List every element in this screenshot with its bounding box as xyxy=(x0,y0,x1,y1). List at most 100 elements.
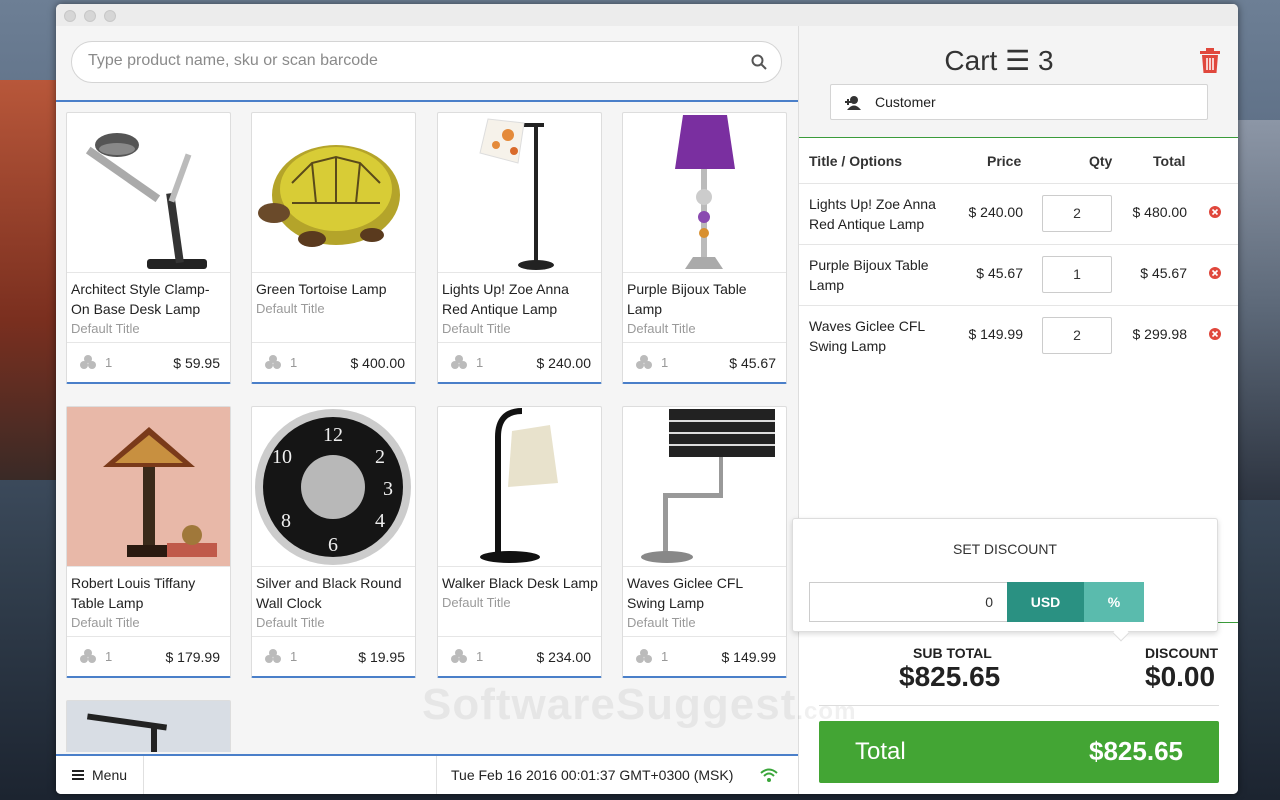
column-title: Title / Options xyxy=(809,153,903,169)
product-name: Green Tortoise Lamp Default Title xyxy=(256,279,412,318)
product-price: $ 400.00 xyxy=(350,355,406,371)
discount-value[interactable]: $0.00 xyxy=(1145,661,1215,693)
cart-item-price: $ 240.00 xyxy=(968,204,1024,220)
stock-icon xyxy=(80,355,96,369)
product-footer: 1 $ 240.00 xyxy=(438,342,601,382)
product-name: Robert Louis Tiffany Table Lamp Default … xyxy=(71,573,227,632)
remove-item-icon[interactable] xyxy=(1209,328,1221,340)
product-name: Purple Bijoux Table Lamp Default Title xyxy=(627,279,783,338)
cart-panel: Cart ☰ 3 Customer Title / Options Price … xyxy=(798,26,1238,794)
svg-text:2: 2 xyxy=(375,446,385,468)
cart-row: Lights Up! Zoe Anna Red Antique Lamp $ 2… xyxy=(799,184,1238,245)
product-price: $ 149.99 xyxy=(721,649,777,665)
search-icon[interactable] xyxy=(751,54,767,70)
product-price: $ 240.00 xyxy=(536,355,592,371)
desktop-background-left xyxy=(0,80,56,480)
desktop-background-right xyxy=(1238,120,1280,500)
stock-icon xyxy=(80,649,96,663)
product-card[interactable]: Robert Louis Tiffany Table Lamp Default … xyxy=(66,406,231,678)
quantity-field[interactable]: 2 xyxy=(1042,195,1112,232)
stock-icon xyxy=(636,355,652,369)
wifi-icon xyxy=(760,768,778,782)
remove-item-icon[interactable] xyxy=(1209,206,1221,218)
total-label: Total xyxy=(855,738,906,765)
watermark-text: SoftwareSuggest xyxy=(422,680,797,729)
cart-totals: SUB TOTAL $825.65 DISCOUNT $0.00 Total $… xyxy=(799,622,1238,794)
product-image xyxy=(67,113,230,273)
product-card[interactable]: Green Tortoise Lamp Default Title 1 $ 40… xyxy=(251,112,416,384)
minimize-window-button[interactable] xyxy=(84,10,96,22)
cart-header: Cart ☰ 3 Customer xyxy=(799,26,1238,138)
product-price: $ 59.95 xyxy=(173,355,220,371)
discount-amount-input[interactable]: 0 xyxy=(809,582,1007,622)
product-name: Lights Up! Zoe Anna Red Antique Lamp Def… xyxy=(442,279,598,338)
column-price: Price xyxy=(987,153,1022,169)
product-name: Silver and Black Round Wall Clock Defaul… xyxy=(256,573,412,632)
customer-selector[interactable]: Customer xyxy=(830,84,1208,120)
discount-label[interactable]: DISCOUNT xyxy=(1145,645,1218,661)
cart-item-price: $ 149.99 xyxy=(968,326,1024,342)
close-window-button[interactable] xyxy=(64,10,76,22)
menu-label: Menu xyxy=(92,767,128,783)
product-variant: Default Title xyxy=(256,301,325,316)
stock-icon xyxy=(451,355,467,369)
product-card[interactable]: Architect Style Clamp-On Base Desk Lamp … xyxy=(66,112,231,384)
product-price: $ 19.95 xyxy=(358,649,405,665)
product-image xyxy=(623,407,786,567)
product-footer: 1 $ 59.95 xyxy=(67,342,230,382)
usd-toggle-button[interactable]: USD xyxy=(1007,582,1084,622)
search-input[interactable] xyxy=(88,52,728,70)
product-image xyxy=(623,113,786,273)
product-title: Green Tortoise Lamp xyxy=(256,281,387,297)
product-card[interactable] xyxy=(66,700,231,752)
cart-row: Waves Giclee CFL Swing Lamp $ 149.99 2 $… xyxy=(799,306,1238,367)
svg-text:12: 12 xyxy=(323,424,343,446)
product-card[interactable]: Purple Bijoux Table Lamp Default Title 1… xyxy=(622,112,787,384)
column-qty: Qty xyxy=(1089,153,1113,169)
cart-item-total: $ 45.67 xyxy=(1140,265,1187,281)
watermark-suffix: .com xyxy=(796,698,857,725)
product-variant: Default Title xyxy=(627,321,696,336)
product-image xyxy=(438,407,601,567)
stock-quantity: 1 xyxy=(476,355,484,370)
cart-item-total: $ 299.98 xyxy=(1132,326,1188,342)
watermark: SoftwareSuggest.com xyxy=(422,680,856,730)
product-title: Robert Louis Tiffany Table Lamp xyxy=(71,575,196,611)
product-card[interactable]: Walker Black Desk Lamp Default Title 1 $… xyxy=(437,406,602,678)
zoom-window-button[interactable] xyxy=(104,10,116,22)
column-total: Total xyxy=(1153,153,1186,169)
discount-popup-title: SET DISCOUNT xyxy=(953,541,1057,557)
stock-quantity: 1 xyxy=(661,355,669,370)
menu-button[interactable]: Menu xyxy=(56,756,144,794)
remove-item-icon[interactable] xyxy=(1209,267,1221,279)
customer-label: Customer xyxy=(875,94,936,110)
product-variant: Default Title xyxy=(442,321,511,336)
product-variant: Default Title xyxy=(256,615,325,630)
cart-item-title: Purple Bijoux Table Lamp xyxy=(809,257,929,293)
subtotal-label: SUB TOTAL xyxy=(913,645,992,661)
product-footer: 1 $ 19.95 xyxy=(252,636,415,676)
product-variant: Default Title xyxy=(442,595,511,610)
percent-toggle-button[interactable]: % xyxy=(1084,582,1144,622)
product-card[interactable]: Waves Giclee CFL Swing Lamp Default Titl… xyxy=(622,406,787,678)
stock-quantity: 1 xyxy=(105,649,113,664)
product-card[interactable]: 12 2 3 4 6 8 10 Silver and Black Round Wall … xyxy=(251,406,416,678)
checkout-total-button[interactable]: Total $825.65 xyxy=(819,721,1219,783)
product-variant: Default Title xyxy=(627,615,696,630)
product-name: Waves Giclee CFL Swing Lamp Default Titl… xyxy=(627,573,783,632)
stock-icon xyxy=(636,649,652,663)
product-card[interactable]: Lights Up! Zoe Anna Red Antique Lamp Def… xyxy=(437,112,602,384)
search-box[interactable] xyxy=(71,41,782,83)
svg-text:6: 6 xyxy=(328,534,338,556)
quantity-field[interactable]: 2 xyxy=(1042,317,1112,354)
quantity-field[interactable]: 1 xyxy=(1042,256,1112,293)
product-footer: 1 $ 149.99 xyxy=(623,636,786,676)
trash-icon[interactable] xyxy=(1199,48,1221,74)
cart-row: Purple Bijoux Table Lamp $ 45.67 1 $ 45.… xyxy=(799,245,1238,306)
cart-item-title: Lights Up! Zoe Anna Red Antique Lamp xyxy=(809,196,936,232)
stock-quantity: 1 xyxy=(661,649,669,664)
stock-icon xyxy=(265,649,281,663)
svg-text:8: 8 xyxy=(281,510,291,532)
hamburger-icon xyxy=(72,770,84,780)
title-bar xyxy=(56,4,1238,26)
